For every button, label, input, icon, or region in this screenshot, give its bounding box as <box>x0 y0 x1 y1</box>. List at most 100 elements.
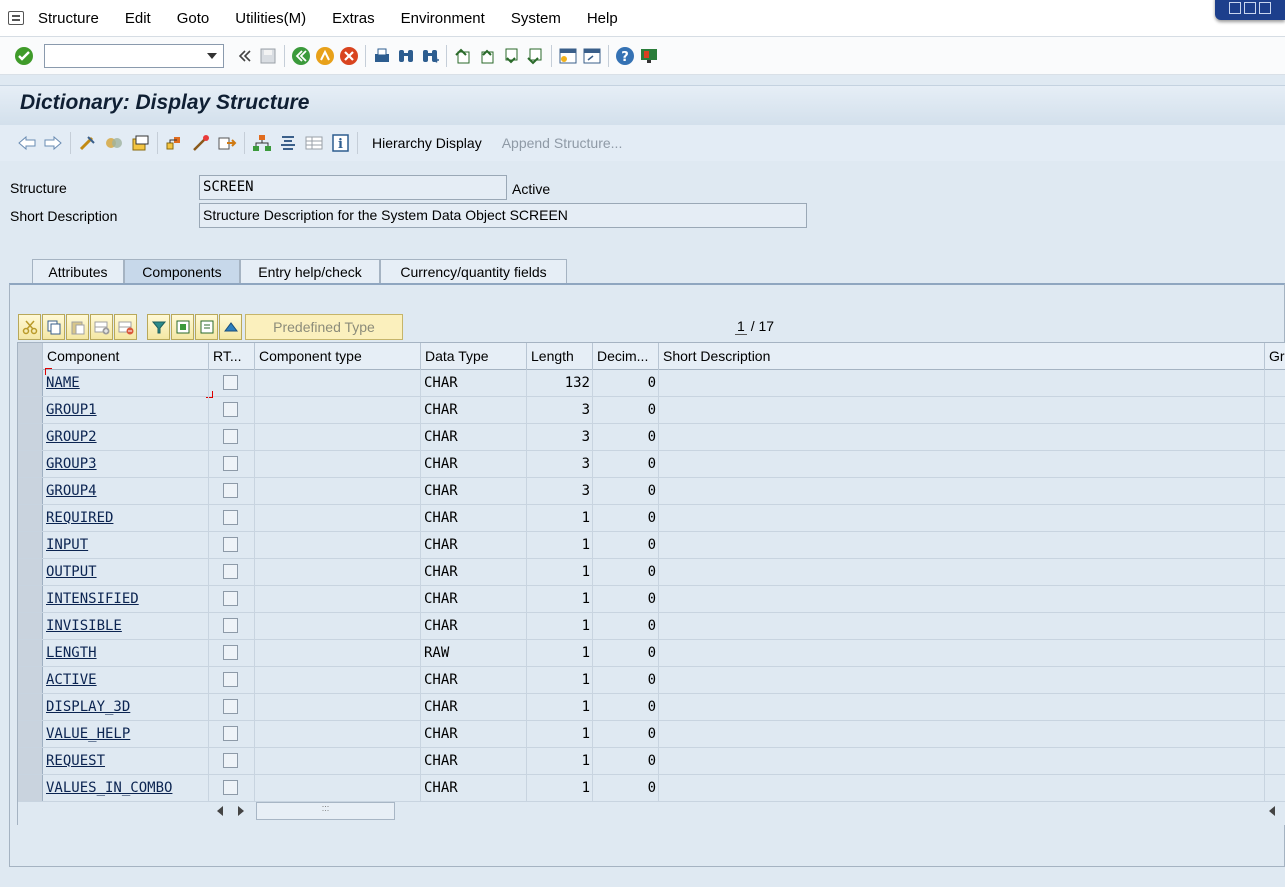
table-row[interactable]: INVISIBLE CHAR 1 0 <box>18 613 1285 640</box>
component-type-cell[interactable] <box>255 748 421 774</box>
component-type-cell[interactable] <box>255 397 421 423</box>
short-description-cell[interactable] <box>659 613 1265 639</box>
insert-row-icon[interactable] <box>90 314 113 340</box>
menu-help[interactable]: Help <box>587 10 618 27</box>
predefined-type-button[interactable]: Predefined Type <box>245 314 403 340</box>
component-name-link[interactable]: GROUP3 <box>43 451 209 477</box>
rtype-checkbox[interactable] <box>223 483 238 498</box>
maximize-icon[interactable] <box>1244 2 1256 14</box>
menu-extras[interactable]: Extras <box>332 10 375 27</box>
component-type-cell[interactable] <box>255 694 421 720</box>
scroll-thumb[interactable]: ::: <box>256 802 395 820</box>
find-icon[interactable] <box>396 46 416 66</box>
first-page-icon[interactable] <box>453 46 473 66</box>
table-row[interactable]: GROUP3 CHAR 3 0 <box>18 451 1285 478</box>
component-name-link[interactable]: LENGTH <box>43 640 209 666</box>
component-name-link[interactable]: INVISIBLE <box>43 613 209 639</box>
component-type-cell[interactable] <box>255 721 421 747</box>
component-name-link[interactable]: OUTPUT <box>43 559 209 585</box>
table-row[interactable]: GROUP4 CHAR 3 0 <box>18 478 1285 505</box>
rtype-checkbox[interactable] <box>223 429 238 444</box>
horizontal-scrollbar[interactable]: ::: <box>215 802 1285 820</box>
component-name-link[interactable]: GROUP2 <box>43 424 209 450</box>
table-row[interactable]: INPUT CHAR 1 0 <box>18 532 1285 559</box>
col-decimals[interactable]: Decim... <box>593 343 659 370</box>
component-name-link[interactable]: VALUES_IN_COMBO <box>43 775 209 801</box>
rtype-checkbox[interactable] <box>223 375 238 390</box>
short-description-cell[interactable] <box>659 775 1265 801</box>
menu-system[interactable]: System <box>511 10 561 27</box>
component-name-link[interactable]: ACTIVE <box>43 667 209 693</box>
info-icon[interactable]: i <box>329 133 351 153</box>
scroll-right-icon[interactable] <box>238 806 244 816</box>
menu-utilities[interactable]: Utilities(M) <box>235 10 306 27</box>
component-type-cell[interactable] <box>255 613 421 639</box>
rtype-checkbox[interactable] <box>223 780 238 795</box>
table-row[interactable]: VALUES_IN_COMBO CHAR 1 0 <box>18 775 1285 802</box>
tab-components[interactable]: Components <box>124 259 240 284</box>
row-selector[interactable] <box>18 613 43 639</box>
find-next-icon[interactable] <box>420 46 440 66</box>
row-selector[interactable] <box>18 694 43 720</box>
menu-edit[interactable]: Edit <box>125 10 151 27</box>
scroll-left-end-icon[interactable] <box>1269 806 1275 816</box>
last-page-icon[interactable] <box>525 46 545 66</box>
col-length[interactable]: Length <box>527 343 593 370</box>
row-selector[interactable] <box>18 748 43 774</box>
component-type-cell[interactable] <box>255 559 421 585</box>
row-selector[interactable] <box>18 532 43 558</box>
enter-icon[interactable] <box>14 46 34 66</box>
short-description-cell[interactable] <box>659 586 1265 612</box>
component-name-link[interactable]: REQUEST <box>43 748 209 774</box>
row-selector[interactable] <box>18 505 43 531</box>
arrow-left-icon[interactable] <box>16 133 38 153</box>
window-controls[interactable] <box>1215 0 1285 20</box>
scroll-left-icon[interactable] <box>217 806 223 816</box>
cut-icon[interactable] <box>18 314 41 340</box>
row-selector[interactable] <box>18 451 43 477</box>
component-name-link[interactable]: INTENSIFIED <box>43 586 209 612</box>
table-row[interactable]: VALUE_HELP CHAR 1 0 <box>18 721 1285 748</box>
cancel-icon[interactable] <box>339 46 359 66</box>
table-row[interactable]: LENGTH RAW 1 0 <box>18 640 1285 667</box>
col-rtype[interactable]: RT... <box>209 343 255 370</box>
component-type-cell[interactable] <box>255 478 421 504</box>
detail-icon[interactable] <box>195 314 218 340</box>
hierarchy-icon[interactable] <box>251 133 273 153</box>
display-change-icon[interactable] <box>77 133 99 153</box>
table-row[interactable]: NAME CHAR 132 0 <box>18 368 1285 398</box>
menu-environment[interactable]: Environment <box>401 10 485 27</box>
component-type-cell[interactable] <box>255 586 421 612</box>
row-selector[interactable] <box>18 559 43 585</box>
table-row[interactable]: GROUP1 CHAR 3 0 <box>18 397 1285 424</box>
row-selector[interactable] <box>18 397 43 423</box>
table-row[interactable]: INTENSIFIED CHAR 1 0 <box>18 586 1285 613</box>
rtype-checkbox[interactable] <box>223 537 238 552</box>
magic-wand-icon[interactable] <box>190 133 212 153</box>
component-type-cell[interactable] <box>255 640 421 666</box>
delete-row-icon[interactable] <box>114 314 137 340</box>
close-window-icon[interactable] <box>1259 2 1271 14</box>
short-description-cell[interactable] <box>659 694 1265 720</box>
navigate-icon[interactable] <box>216 133 238 153</box>
short-description-cell[interactable] <box>659 370 1265 396</box>
short-description-field[interactable]: Structure Description for the System Dat… <box>199 203 807 228</box>
table-row[interactable]: DISPLAY_3D CHAR 1 0 <box>18 694 1285 721</box>
row-selector[interactable] <box>18 775 43 801</box>
table-icon[interactable] <box>303 133 325 153</box>
system-menu-icon[interactable] <box>8 11 24 25</box>
component-name-link[interactable]: GROUP4 <box>43 478 209 504</box>
component-type-cell[interactable] <box>255 370 421 396</box>
insert-fields-icon[interactable] <box>171 314 194 340</box>
shortcut-icon[interactable] <box>582 46 602 66</box>
tab-attributes[interactable]: Attributes <box>32 259 124 284</box>
hierarchy-display-button[interactable]: Hierarchy Display <box>372 135 482 151</box>
short-description-cell[interactable] <box>659 667 1265 693</box>
rtype-checkbox[interactable] <box>223 645 238 660</box>
tab-currency-quantity[interactable]: Currency/quantity fields <box>380 259 567 284</box>
row-selector[interactable] <box>18 667 43 693</box>
previous-page-icon[interactable] <box>477 46 497 66</box>
save-icon[interactable] <box>258 46 278 66</box>
component-name-link[interactable]: DISPLAY_3D <box>43 694 209 720</box>
append-structure-button[interactable]: Append Structure... <box>502 135 623 151</box>
